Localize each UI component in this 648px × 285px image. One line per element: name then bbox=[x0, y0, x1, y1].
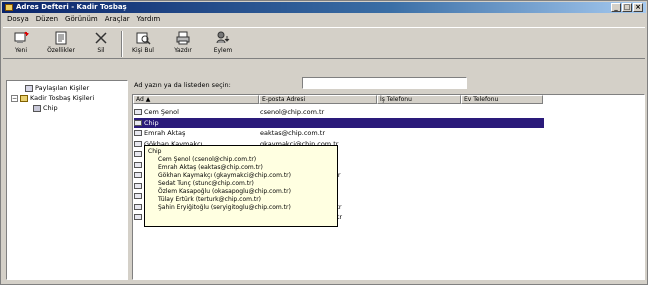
tree-item-label: Chip bbox=[43, 104, 58, 112]
tree-item-chip[interactable]: Chip bbox=[33, 103, 58, 113]
tooltip-item: Tülay Ertürk (terturk@chip.com.tr) bbox=[158, 196, 262, 203]
tooltip-title: Chip bbox=[148, 148, 162, 155]
contact-name: Chip bbox=[144, 118, 159, 127]
contact-name: Emrah Aktaş bbox=[144, 129, 186, 137]
table-row[interactable]: Cem Şenol csenol@chip.com.tr bbox=[134, 107, 324, 117]
tree-item-label: Paylaşılan Kişiler bbox=[35, 84, 90, 92]
new-label: Yeni bbox=[14, 47, 28, 54]
find-people-label: Kişi Bul bbox=[132, 47, 154, 54]
tooltip-item: Cem Şenol (csenol@chip.com.tr) bbox=[158, 156, 257, 163]
table-row[interactable]: Chip bbox=[134, 117, 544, 128]
contact-card-icon bbox=[134, 214, 142, 220]
group-icon bbox=[134, 119, 142, 126]
contact-card-icon bbox=[134, 203, 142, 210]
action-icon bbox=[216, 31, 230, 44]
contact-card-icon bbox=[134, 193, 142, 199]
new-contact-icon bbox=[14, 31, 29, 43]
shared-contacts-icon bbox=[25, 84, 33, 92]
contact-email: csenol@chip.com.tr bbox=[260, 108, 325, 116]
contact-card-icon bbox=[134, 109, 142, 115]
tooltip-item: Şahin Eryiğitoğlu (seryigitoglu@chip.com… bbox=[158, 204, 291, 211]
folder-tree[interactable]: Paylaşılan Kişiler − Kadir Tosbaş Kişiler… bbox=[6, 80, 128, 280]
group-icon bbox=[33, 104, 41, 112]
contact-card-icon bbox=[134, 172, 142, 178]
contact-card-icon bbox=[134, 161, 142, 168]
action-button[interactable]: Eylem bbox=[209, 30, 237, 58]
tooltip-item: Özlem Kasapoğlu (okasapoglu@chip.com.tr) bbox=[158, 188, 291, 195]
action-label: Eylem bbox=[213, 47, 233, 54]
sort-arrow-icon: ▲ bbox=[145, 96, 151, 103]
contact-name: Cem Şenol bbox=[144, 108, 179, 116]
menu-file[interactable]: Dosya bbox=[7, 14, 29, 25]
properties-button[interactable]: Özellikler bbox=[47, 30, 75, 58]
column-header-home-phone[interactable]: Ev Telefonu bbox=[461, 95, 543, 104]
tree-item-kadir-contacts[interactable]: − Kadir Tosbaş Kişileri bbox=[11, 93, 94, 103]
column-header-label: Ad bbox=[136, 96, 144, 103]
find-people-button[interactable]: Kişi Bul bbox=[129, 30, 157, 58]
delete-button[interactable]: Sil bbox=[87, 30, 115, 58]
properties-label: Özellikler bbox=[47, 47, 75, 54]
contact-card-icon bbox=[134, 130, 142, 136]
print-button[interactable]: Yazdır bbox=[169, 30, 197, 58]
minimize-button[interactable]: _ bbox=[611, 3, 621, 12]
contact-card-icon bbox=[134, 140, 142, 147]
toolbar-separator bbox=[121, 31, 123, 57]
contact-email: eaktas@chip.com.tr bbox=[260, 129, 326, 137]
close-button[interactable]: × bbox=[633, 3, 643, 12]
folder-icon bbox=[20, 94, 28, 102]
find-people-icon bbox=[136, 32, 151, 45]
menu-bar: Dosya Düzen Görünüm Araçlar Yardım bbox=[3, 14, 160, 25]
delete-icon bbox=[95, 32, 107, 44]
menu-help[interactable]: Yardım bbox=[137, 14, 161, 25]
address-book-window: Adres Defteri - Kadir Tosbaş _ □ × Dosya… bbox=[0, 0, 648, 285]
new-button[interactable]: Yeni bbox=[7, 30, 35, 58]
menu-view[interactable]: Görünüm bbox=[65, 14, 98, 25]
print-label: Yazdır bbox=[174, 47, 192, 54]
column-header-name[interactable]: Ad ▲ bbox=[133, 95, 259, 104]
tooltip-item: Emrah Aktaş (eaktas@chip.com.tr) bbox=[158, 164, 263, 171]
collapse-toggle[interactable]: − bbox=[11, 94, 18, 102]
properties-icon bbox=[55, 31, 67, 45]
toolbar: Yeni Özellikler Sil Kişi Bul Yazdır Eyle… bbox=[3, 27, 645, 59]
search-input[interactable] bbox=[302, 77, 467, 89]
column-header-work-phone[interactable]: İş Telefonu bbox=[377, 95, 461, 104]
print-icon bbox=[176, 31, 190, 45]
address-book-icon bbox=[5, 4, 13, 11]
table-row[interactable]: Emrah Aktaş eaktas@chip.com.tr bbox=[134, 128, 325, 138]
tooltip-item: Gökhan Kaymakçı (gkaymakci@chip.com.tr) bbox=[158, 172, 291, 179]
tree-item-shared-contacts[interactable]: Paylaşılan Kişiler bbox=[25, 83, 89, 93]
window-title: Adres Defteri - Kadir Tosbaş bbox=[16, 3, 127, 11]
contact-card-icon bbox=[134, 182, 142, 189]
title-bar[interactable]: Adres Defteri - Kadir Tosbaş _ □ × bbox=[2, 2, 646, 13]
maximize-button[interactable]: □ bbox=[622, 3, 632, 12]
menu-tools[interactable]: Araçlar bbox=[105, 14, 130, 25]
menu-edit[interactable]: Düzen bbox=[36, 14, 58, 25]
tooltip-item: Sedat Tunç (stunc@chip.com.tr) bbox=[158, 180, 254, 187]
column-header-email[interactable]: E-posta Adresi bbox=[259, 95, 377, 104]
group-tooltip: Chip Cem Şenol (csenol@chip.com.tr) Emra… bbox=[144, 145, 338, 227]
delete-label: Sil bbox=[97, 47, 105, 54]
contact-card-icon bbox=[134, 151, 142, 157]
search-label: Ad yazın ya da listeden seçin: bbox=[134, 81, 231, 89]
tree-item-label: Kadir Tosbaş Kişileri bbox=[30, 94, 95, 102]
